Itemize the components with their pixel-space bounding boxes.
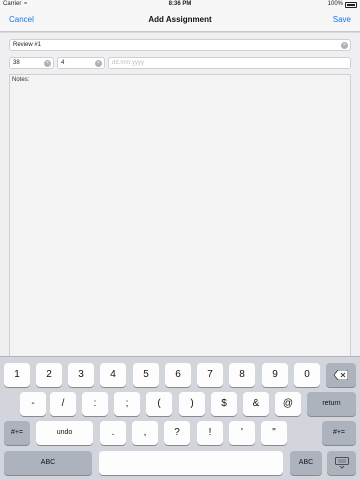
key-colon[interactable]: :: [82, 392, 108, 416]
delete-key[interactable]: [326, 363, 356, 387]
abc-key-left[interactable]: ABC: [4, 451, 92, 475]
date-placeholder: dd.mm.yyyy: [112, 60, 145, 66]
key-4[interactable]: 4: [100, 363, 126, 387]
symbols-key-right[interactable]: #+=: [322, 421, 356, 445]
key-5[interactable]: 5: [133, 363, 159, 387]
number-field[interactable]: 38 ×: [9, 57, 54, 69]
keyboard-dismiss-icon: [334, 457, 349, 469]
key-period[interactable]: .: [100, 421, 126, 445]
backspace-icon: [333, 369, 349, 381]
dismiss-keyboard-key[interactable]: [327, 451, 356, 475]
clear-icon[interactable]: ×: [95, 60, 102, 67]
key-0[interactable]: 0: [294, 363, 320, 387]
key-at[interactable]: @: [275, 392, 301, 416]
clear-icon[interactable]: ×: [44, 60, 51, 67]
assignment-name-value: Review #1: [13, 42, 42, 48]
clear-icon[interactable]: ×: [341, 42, 348, 49]
navigation-bar: Cancel Add Assignment Save: [0, 10, 360, 32]
key-semicolon[interactable]: ;: [114, 392, 140, 416]
undo-key[interactable]: undo: [36, 421, 93, 445]
status-bar: Carrier ≈ 8:36 PM 100%: [0, 0, 360, 10]
notes-label: Notes:: [12, 77, 30, 83]
number-value: 38: [13, 60, 20, 66]
count-field[interactable]: 4 ×: [57, 57, 105, 69]
date-field[interactable]: dd.mm.yyyy: [108, 57, 351, 69]
on-screen-keyboard: 1 2 3 4 5 6 7 8 9 0 - / : ; ( ) $ & @ re…: [0, 356, 360, 480]
key-exclamation[interactable]: !: [197, 421, 223, 445]
key-hyphen[interactable]: -: [20, 392, 46, 416]
key-close-paren[interactable]: ): [179, 392, 205, 416]
key-6[interactable]: 6: [165, 363, 191, 387]
key-3[interactable]: 3: [68, 363, 94, 387]
key-ampersand[interactable]: &: [243, 392, 269, 416]
key-question[interactable]: ?: [164, 421, 190, 445]
battery-percentage: 100%: [327, 1, 343, 7]
key-open-paren[interactable]: (: [146, 392, 172, 416]
key-8[interactable]: 8: [229, 363, 255, 387]
key-apostrophe[interactable]: ': [229, 421, 255, 445]
count-value: 4: [61, 60, 65, 66]
key-7[interactable]: 7: [197, 363, 223, 387]
assignment-name-field[interactable]: Review #1 ×: [9, 39, 351, 51]
symbols-key-left[interactable]: #+=: [4, 421, 30, 445]
notes-textarea[interactable]: Notes:: [9, 74, 351, 356]
key-1[interactable]: 1: [4, 363, 30, 387]
abc-key-right[interactable]: ABC: [290, 451, 322, 475]
key-2[interactable]: 2: [36, 363, 62, 387]
key-slash[interactable]: /: [50, 392, 76, 416]
status-time: 8:36 PM: [168, 1, 192, 7]
save-button[interactable]: Save: [333, 15, 351, 24]
space-key[interactable]: [99, 451, 283, 475]
key-dollar[interactable]: $: [211, 392, 237, 416]
key-quote[interactable]: ": [261, 421, 287, 445]
key-9[interactable]: 9: [262, 363, 288, 387]
return-key[interactable]: return: [307, 392, 356, 416]
page-title: Add Assignment: [148, 15, 212, 24]
key-comma[interactable]: ,: [132, 421, 158, 445]
battery-icon: [345, 2, 357, 8]
